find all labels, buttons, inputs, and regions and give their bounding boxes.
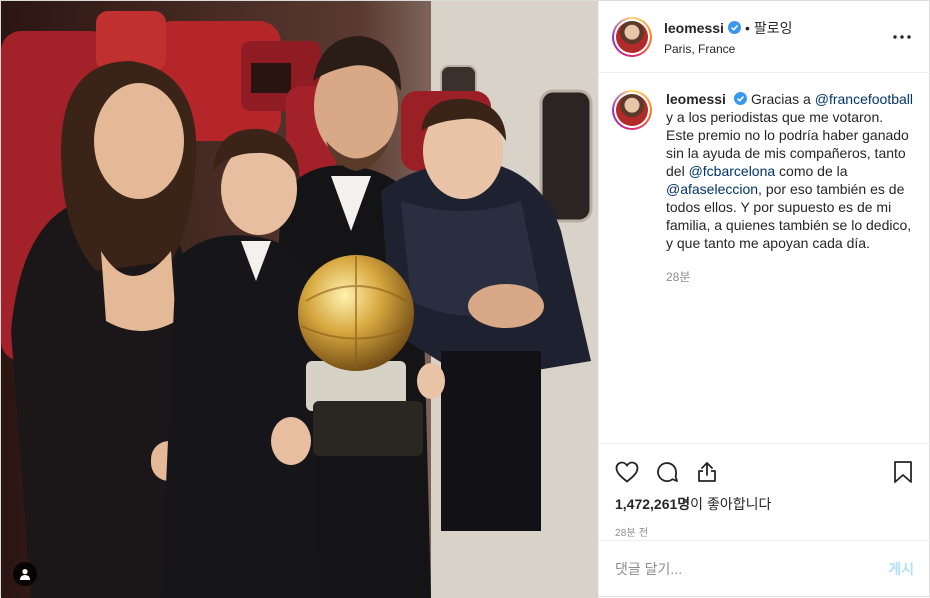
post-modal: leomessi • 팔로잉 Paris, France leomessi Gr…: [0, 0, 930, 598]
header-separator: •: [744, 19, 750, 36]
header-username[interactable]: leomessi: [664, 20, 724, 36]
caption-comment: leomessi Gracias a @francefootball y a lo…: [612, 90, 914, 286]
location-link[interactable]: Paris, France: [664, 42, 890, 56]
verified-badge-icon: [727, 21, 741, 34]
photo-illustration: [1, 1, 598, 598]
post-header: leomessi • 팔로잉 Paris, France: [599, 1, 930, 73]
post-actions: 1,472,261명이 좋아합니다 28분 전: [599, 443, 930, 539]
likes-suffix: 이 좋아합니다: [690, 496, 772, 512]
caption-text: leomessi Gracias a @francefootball y a lo…: [666, 90, 914, 252]
action-buttons-row: [615, 452, 914, 492]
mention-link[interactable]: @fcbarcelona: [689, 163, 776, 179]
avatar-image: [616, 20, 648, 53]
user-tag-glyph: [20, 569, 30, 580]
caption-text-part: como de la: [775, 163, 848, 179]
caption-content: leomessi Gracias a @francefootball y a lo…: [652, 90, 914, 286]
share-glyph: [698, 462, 716, 482]
following-button[interactable]: 팔로잉: [754, 18, 793, 38]
add-comment-bar: 게시: [599, 540, 930, 596]
comments-area: leomessi Gracias a @francefootball y a lo…: [599, 74, 930, 442]
caption-username[interactable]: leomessi: [666, 91, 726, 107]
avatar[interactable]: [612, 16, 652, 57]
post-photo[interactable]: [1, 1, 598, 598]
caption-age: 28분: [666, 270, 691, 284]
verified-badge-icon: [733, 92, 747, 105]
more-horizontal-icon[interactable]: [890, 25, 914, 49]
header-text: leomessi • 팔로잉 Paris, France: [664, 18, 890, 56]
more-dots-glyph: [893, 34, 911, 39]
caption-avatar-image: [616, 94, 648, 126]
bookmark-glyph: [894, 461, 912, 483]
bookmark-icon[interactable]: [874, 452, 914, 492]
comment-input[interactable]: [615, 560, 889, 577]
caption-avatar[interactable]: [612, 90, 652, 130]
heart-icon[interactable]: [615, 452, 655, 492]
post-timestamp[interactable]: 28분 전: [615, 524, 914, 539]
mention-link[interactable]: @francefootball: [815, 91, 913, 107]
comment-icon[interactable]: [655, 452, 695, 492]
likes-number: 1,472,261명: [615, 496, 691, 512]
likes-count[interactable]: 1,472,261명이 좋아합니다: [615, 494, 914, 514]
post-side-panel: leomessi • 팔로잉 Paris, France leomessi Gr…: [598, 1, 930, 596]
mention-link[interactable]: @afaseleccion: [666, 181, 758, 197]
heart-glyph: [615, 461, 639, 483]
user-tag-icon[interactable]: [13, 562, 37, 586]
comment-glyph: [657, 462, 678, 482]
share-icon[interactable]: [695, 452, 735, 492]
post-comment-button[interactable]: 게시: [888, 559, 914, 579]
caption-text-part: Gracias a: [750, 91, 815, 107]
